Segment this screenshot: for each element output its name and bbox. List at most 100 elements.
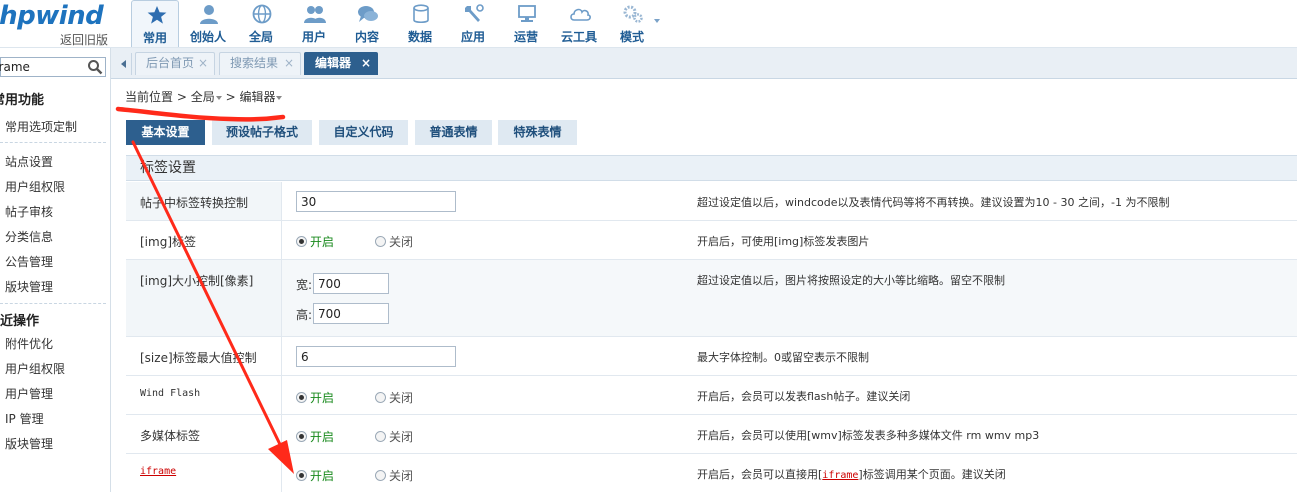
row-label: [img]标签 (126, 221, 282, 259)
media-off-radio[interactable]: 关闭 (375, 428, 413, 445)
radio-button[interactable] (296, 236, 307, 247)
row-description: 开启后，可使用[img]标签发表图片 (697, 235, 870, 248)
size-tag-input[interactable] (296, 346, 456, 367)
logo[interactable]: phpwind 返回旧版 (0, 0, 125, 48)
flash-on-radio[interactable]: 开启 (296, 389, 334, 406)
close-icon[interactable]: × (361, 53, 371, 74)
radio-button[interactable] (296, 392, 307, 403)
radio-button[interactable] (375, 470, 386, 481)
img-height-input[interactable] (313, 303, 389, 324)
chevron-down-icon[interactable] (276, 95, 283, 100)
radio-button[interactable] (375, 431, 386, 442)
subtab-custom-code[interactable]: 自定义代码 (319, 120, 408, 145)
row-label-text: iframe (140, 466, 177, 477)
nav-item-mode[interactable]: 模式 (608, 0, 656, 46)
row-wind-flash: Wind Flash 开启 关闭 开启后，会员可以发表flash帖子。建议关闭 (126, 376, 1297, 415)
close-icon[interactable]: × (198, 53, 208, 74)
row-label: Wind Flash (126, 376, 282, 414)
row-size-tag: [size]标签最大值控制 最大字体控制。0或留空表示不限制 (126, 337, 1297, 376)
tag-convert-input[interactable] (296, 191, 456, 212)
tab-home[interactable]: 后台首页 × (135, 52, 215, 75)
img-tag-on-radio[interactable]: 开启 (296, 233, 334, 250)
flash-off-radio[interactable]: 关闭 (375, 389, 413, 406)
breadcrumb-global[interactable]: 全局 (191, 88, 215, 105)
row-iframe: iframe 开启 关闭 开启后，会员可以直接用[iframe]标签调用某个页面… (126, 454, 1297, 492)
top-header: phpwind 返回旧版 常用 创始人 全局 用户 内容 数据 应 (0, 0, 1297, 48)
nav-item-operations[interactable]: 运营 (502, 0, 550, 46)
row-label: [size]标签最大值控制 (126, 337, 282, 375)
radio-button[interactable] (375, 392, 386, 403)
nav-item-content[interactable]: 内容 (343, 0, 391, 46)
back-to-old-version-link[interactable]: 返回旧版 (60, 31, 108, 48)
sidebar-item-group-perms[interactable]: 用户组权限 (5, 178, 65, 195)
sidebar-item-site-settings[interactable]: 站点设置 (5, 153, 53, 170)
row-label: 帖子中标签转换控制 (126, 182, 282, 220)
breadcrumb-editor[interactable]: 编辑器 (239, 88, 275, 105)
sidebar-item-post-review[interactable]: 帖子审核 (5, 203, 53, 220)
tab-label: 编辑器 (315, 56, 352, 70)
search-input[interactable] (0, 58, 73, 76)
breadcrumb: 当前位置 > 全局 > 编辑器 (125, 88, 283, 105)
sidebar-search (0, 57, 106, 77)
chevron-down-icon[interactable] (215, 95, 222, 100)
img-tag-off-radio[interactable]: 关闭 (375, 233, 413, 250)
radio-button[interactable] (296, 470, 307, 481)
row-label-text: Wind Flash (140, 388, 201, 399)
media-on-radio[interactable]: 开启 (296, 428, 334, 445)
sidebar-item-group-perms-recent[interactable]: 用户组权限 (5, 360, 65, 377)
subtab-normal-emoticons[interactable]: 普通表情 (415, 120, 492, 145)
sidebar-item-categories[interactable]: 分类信息 (5, 228, 53, 245)
tab-scroll-left-icon[interactable] (121, 60, 126, 68)
close-icon[interactable]: × (284, 53, 294, 74)
database-icon (413, 4, 429, 24)
monitor-icon (518, 5, 536, 22)
sidebar-item-custom-options[interactable]: 常用选项定制 (5, 118, 77, 135)
radio-button[interactable] (296, 431, 307, 442)
tab-search-results[interactable]: 搜索结果 × (219, 52, 301, 75)
person-icon (200, 5, 218, 24)
annotation-underline (115, 106, 286, 122)
row-description: 最大字体控制。0或留空表示不限制 (697, 351, 869, 364)
sidebar-item-announcements[interactable]: 公告管理 (5, 253, 53, 270)
users-icon (304, 6, 326, 23)
nav-label-founder: 创始人 (189, 30, 226, 44)
iframe-on-radio[interactable]: 开启 (296, 467, 334, 484)
nav-item-cloud[interactable]: 云工具 (555, 0, 603, 46)
subtab-preset-post-format[interactable]: 预设帖子格式 (212, 120, 312, 145)
iframe-off-radio[interactable]: 关闭 (375, 467, 413, 484)
radio-button[interactable] (375, 236, 386, 247)
nav-item-data[interactable]: 数据 (396, 0, 444, 46)
sidebar-section-common: 常用功能 (0, 93, 45, 108)
nav-item-users[interactable]: 用户 (290, 0, 338, 46)
nav-item-common[interactable]: 常用 (131, 0, 179, 47)
wrench-icon (465, 4, 484, 22)
tab-strip: 后台首页 × 搜索结果 × 编辑器 × (111, 48, 1297, 79)
breadcrumb-prefix: 当前位置 (125, 90, 174, 104)
sidebar-item-forum-manage[interactable]: 版块管理 (5, 278, 53, 295)
img-width-input[interactable] (313, 273, 389, 294)
subtab-basic-settings[interactable]: 基本设置 (126, 120, 205, 145)
sidebar-item-attach-opt[interactable]: 附件优化 (5, 335, 53, 352)
row-label: iframe (126, 454, 282, 492)
row-tag-convert: 帖子中标签转换控制 超过设定值以后，windcode以及表情代码等将不再转换。建… (126, 182, 1297, 221)
sidebar-item-forum-manage-recent[interactable]: 版块管理 (5, 435, 53, 452)
search-icon[interactable] (87, 59, 103, 75)
subtab-special-emoticons[interactable]: 特殊表情 (498, 120, 577, 145)
chevron-down-icon[interactable] (654, 19, 660, 23)
section-title: 标签设置 (126, 155, 1297, 181)
row-label-text: [img]标签 (140, 235, 197, 249)
sidebar-item-user-manage[interactable]: 用户管理 (5, 385, 53, 402)
iframe-highlight: iframe (822, 470, 859, 481)
nav-label-global: 全局 (248, 30, 273, 44)
nav-item-apps[interactable]: 应用 (449, 0, 497, 46)
chat-icon (358, 6, 378, 22)
nav-item-global[interactable]: 全局 (237, 0, 285, 46)
row-label: 多媒体标签 (126, 415, 282, 453)
nav-label-common: 常用 (142, 31, 167, 45)
row-description: 超过设定值以后，windcode以及表情代码等将不再转换。建议设置为10 - 3… (697, 196, 1170, 209)
cloud-icon (570, 8, 591, 21)
nav-item-founder[interactable]: 创始人 (184, 0, 232, 46)
tab-editor[interactable]: 编辑器 × (304, 52, 378, 75)
nav-label-content: 内容 (354, 30, 379, 44)
sidebar-item-ip-manage[interactable]: IP 管理 (5, 410, 44, 427)
